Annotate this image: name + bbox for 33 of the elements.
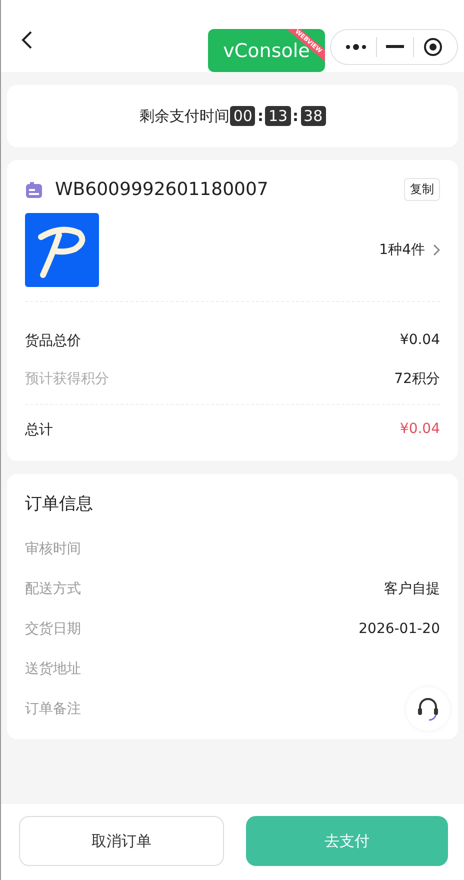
- time-digit: 38: [300, 106, 326, 126]
- support-button[interactable]: [406, 687, 450, 731]
- time-separator: :: [292, 107, 300, 125]
- product-logo-icon: [25, 213, 99, 287]
- price-value: ¥0.04: [400, 421, 440, 439]
- clipboard-icon: [25, 180, 43, 198]
- info-label: 订单备注: [25, 700, 81, 718]
- close-icon[interactable]: [422, 37, 443, 57]
- info-label: 送货地址: [25, 660, 81, 678]
- minimize-icon[interactable]: [386, 45, 404, 49]
- info-value: 客户自提: [384, 580, 440, 598]
- headset-icon: [416, 696, 440, 722]
- countdown-label: 剩余支付时间: [139, 106, 230, 126]
- price-label: 货品总价: [25, 332, 81, 350]
- item-count-link[interactable]: 1种4件: [379, 241, 425, 259]
- price-label: 预计获得积分: [25, 370, 109, 388]
- section-title: 订单信息: [25, 493, 94, 515]
- price-value: 72积分: [394, 370, 440, 388]
- info-label: 审核时间: [25, 540, 81, 558]
- time-digit: 00: [230, 106, 256, 126]
- price-label: 总计: [25, 421, 53, 439]
- more-icon[interactable]: [345, 43, 368, 51]
- info-value: 2026-01-20: [358, 621, 440, 637]
- cancel-order-button[interactable]: 取消订单: [19, 816, 224, 866]
- order-number: WB6009992601180007: [55, 179, 270, 200]
- time-separator: :: [256, 107, 264, 125]
- time-digit: 13: [265, 106, 291, 126]
- copy-button[interactable]: 复制: [404, 178, 440, 201]
- info-label: 配送方式: [25, 580, 81, 598]
- price-value: ¥0.04: [400, 332, 440, 350]
- back-icon[interactable]: [21, 30, 33, 50]
- info-label: 交货日期: [25, 620, 81, 638]
- chevron-right-icon[interactable]: [433, 244, 440, 256]
